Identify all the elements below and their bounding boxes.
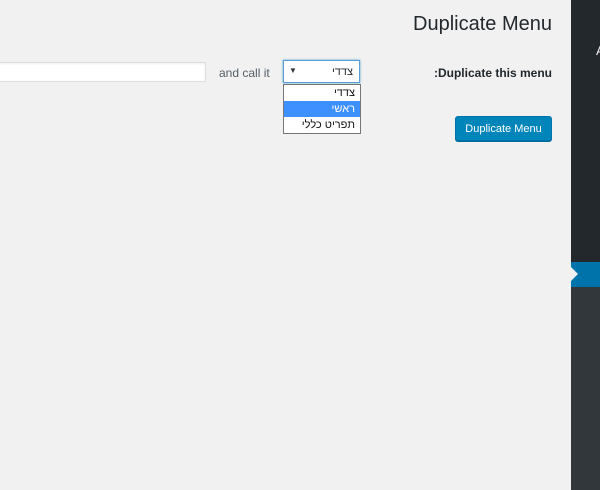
sidebar-submenu [571,287,600,490]
new-menu-name-input[interactable] [0,62,206,82]
dropdown-option-main[interactable]: ראשי [284,101,360,117]
dropdown-option-general[interactable]: תפריט כללי [284,117,360,133]
duplicate-menu-button[interactable]: Duplicate Menu [455,116,552,141]
duplicate-menu-label: :Duplicate this menu [433,66,552,80]
call-it-label: and call it [219,66,270,80]
dropdown-option-side[interactable]: צדדי [284,85,360,101]
menu-select[interactable]: ▼ צדדי [283,60,360,83]
sidebar-item-partial[interactable]: A [596,43,600,58]
menu-select-value: צדדי [331,66,353,78]
triangle-down-icon: ▼ [289,66,297,75]
admin-sidebar: A [571,0,600,490]
page-title: Duplicate Menu [413,13,552,35]
menu-dropdown-list: צדדי ראשי תפריט כללי [283,84,361,134]
active-pointer-icon [571,267,578,281]
